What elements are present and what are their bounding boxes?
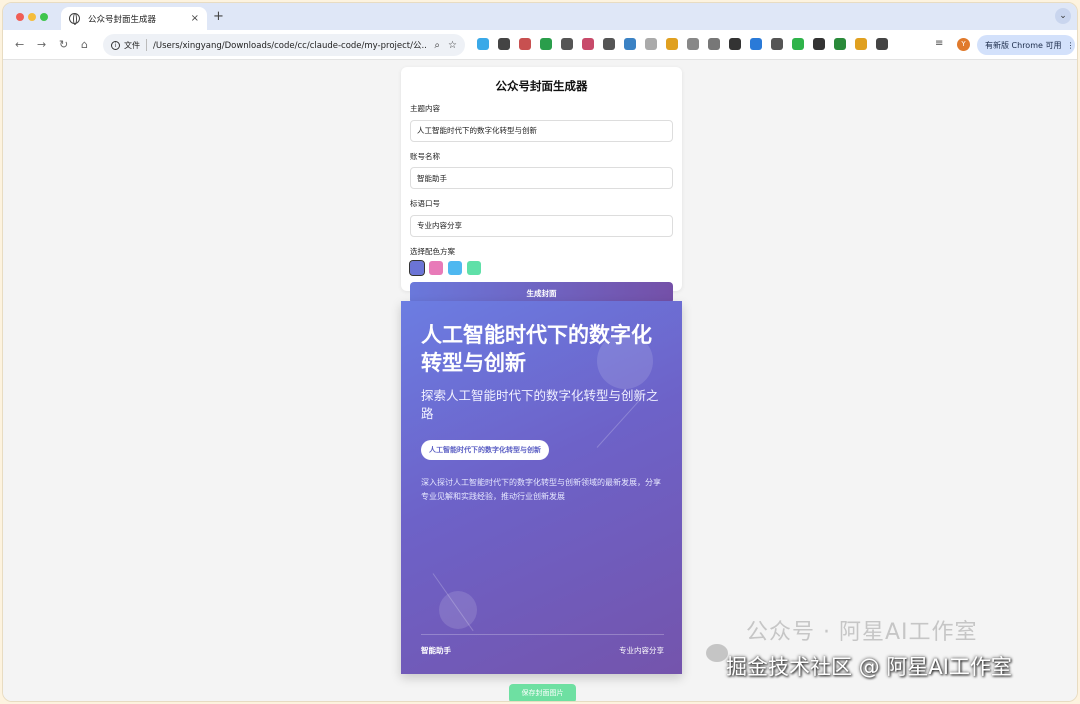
watermark-faint: 公众号 · 阿星AI工作室: [746, 620, 978, 645]
extension-icon[interactable]: [540, 38, 552, 50]
cover-slogan: 专业内容分享: [619, 646, 664, 655]
extension-icon[interactable]: [771, 38, 783, 50]
reload-icon[interactable]: ↻: [59, 38, 68, 51]
address-bar[interactable]: i 文件 /Users/xingyang/Downloads/code/cc/c…: [103, 34, 465, 56]
topic-input[interactable]: [410, 119, 673, 142]
close-window-button[interactable]: [16, 13, 24, 21]
extension-icon[interactable]: [498, 38, 510, 50]
account-label: 账号名称: [410, 151, 440, 161]
swatch-blue[interactable]: [448, 260, 462, 275]
tab-search-icon[interactable]: ⌄: [1055, 8, 1071, 24]
extension-icon[interactable]: [876, 38, 888, 50]
color-scheme-label: 选择配色方案: [410, 246, 455, 256]
omnibox-divider: [146, 39, 147, 51]
tab-close-icon[interactable]: ×: [191, 13, 199, 24]
profile-avatar[interactable]: Y: [957, 38, 970, 51]
slogan-input[interactable]: [410, 214, 673, 237]
reading-list-icon[interactable]: ≡: [935, 38, 943, 49]
extension-icon[interactable]: [477, 38, 489, 50]
swatch-purple[interactable]: [409, 259, 425, 276]
active-tab[interactable]: 公众号封面生成器 ×: [61, 7, 207, 30]
wechat-icon: [706, 644, 728, 662]
form-title: 公众号封面生成器: [495, 79, 588, 93]
extension-icon[interactable]: [792, 38, 804, 50]
topic-label: 主题内容: [410, 104, 440, 113]
bookmark-star-icon[interactable]: ☆: [448, 40, 457, 51]
extension-icon[interactable]: [582, 38, 594, 50]
new-tab-button[interactable]: +: [213, 9, 224, 24]
cover-footer: 智能助手 专业内容分享: [421, 634, 664, 656]
extension-icon[interactable]: [603, 38, 615, 50]
zoom-icon[interactable]: ⌕: [434, 40, 440, 51]
cover-subtitle: 探索人工智能时代下的数字化转型与创新之路: [421, 388, 659, 421]
extension-icon[interactable]: [519, 38, 531, 50]
back-arrow-icon[interactable]: ←: [15, 38, 24, 51]
forward-arrow-icon[interactable]: →: [37, 38, 46, 51]
cover-description: 深入探讨人工智能时代下的数字化转型与创新领域的最新发展，分享专业见解和实践经验，…: [421, 478, 661, 501]
extension-icon[interactable]: [708, 38, 720, 50]
extension-icon[interactable]: [855, 38, 867, 50]
home-icon[interactable]: ⌂: [81, 38, 88, 51]
more-menu-icon[interactable]: ⋮: [1066, 41, 1074, 50]
globe-icon: [69, 13, 80, 25]
extension-icon[interactable]: [729, 38, 741, 50]
extension-icon[interactable]: [687, 38, 699, 50]
url-text[interactable]: /Users/xingyang/Downloads/code/cc/claude…: [153, 39, 426, 51]
extension-icon[interactable]: [666, 38, 678, 50]
extension-icon[interactable]: [561, 38, 573, 50]
slogan-label: 标语口号: [410, 199, 440, 208]
cover-topic-pill: 人工智能时代下的数字化转型与创新: [421, 440, 549, 460]
info-icon[interactable]: i: [111, 40, 120, 50]
account-input[interactable]: [410, 167, 673, 189]
form-card: 公众号封面生成器 主题内容 账号名称 标语口号 选择配色方案 生成封面: [401, 67, 682, 304]
tab-title: 公众号封面生成器: [88, 14, 157, 25]
color-swatches: [409, 259, 673, 276]
swatch-green[interactable]: [467, 260, 481, 275]
watermark-main: 掘金技术社区 @ 阿星AI工作室: [726, 655, 1012, 679]
update-label: 有新版 Chrome 可用: [985, 40, 1062, 50]
extension-icon[interactable]: [813, 38, 825, 50]
browser-window: 公众号封面生成器 × + ⌄ ← → ↻ ⌂ i 文件 /Users/xingy…: [2, 2, 1078, 702]
cover-title: 人工智能时代下的数字化转型与创新: [421, 323, 652, 375]
extension-icon[interactable]: [834, 38, 846, 50]
save-cover-button[interactable]: 保存封面图片: [509, 684, 576, 701]
maximize-window-button[interactable]: [40, 13, 48, 21]
file-scheme-label: 文件: [124, 40, 140, 50]
extension-icon[interactable]: [645, 38, 657, 50]
cover-account: 智能助手: [421, 646, 451, 655]
cover-preview: 人工智能时代下的数字化转型与创新 探索人工智能时代下的数字化转型与创新之路 人工…: [401, 301, 682, 674]
extension-icon[interactable]: [750, 38, 762, 50]
extensions-row: [477, 38, 888, 50]
tab-strip: 公众号封面生成器 × + ⌄: [3, 3, 1077, 30]
extension-icon[interactable]: [624, 38, 636, 50]
page-content: 公众号封面生成器 主题内容 账号名称 标语口号 选择配色方案 生成封面 人工智能…: [3, 61, 1077, 701]
swatch-pink[interactable]: [429, 260, 443, 275]
minimize-window-button[interactable]: [28, 13, 36, 21]
chrome-update-button[interactable]: 有新版 Chrome 可用 ⋮: [977, 35, 1075, 55]
browser-toolbar: ← → ↻ ⌂ i 文件 /Users/xingyang/Downloads/c…: [3, 30, 1077, 60]
